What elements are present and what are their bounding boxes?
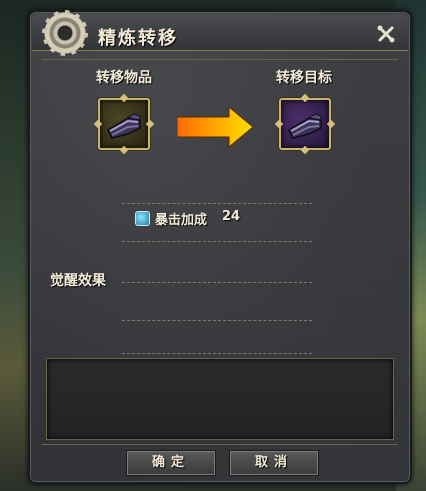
refine-transfer-window: 精炼转移 转移物品 转移目标 暴击加成 24 觉醒效果 确定 取消 (28, 10, 412, 484)
footer-divider (42, 444, 398, 445)
gauntlet-icon (288, 113, 322, 139)
source-item-slot[interactable] (93, 93, 155, 155)
title-bar[interactable]: 精炼转移 (32, 10, 408, 56)
source-item-label: 转移物品 (96, 70, 152, 86)
target-item-label: 转移目标 (276, 70, 332, 86)
gem-icon (135, 211, 150, 226)
awaken-row-divider (122, 353, 312, 354)
stat-row-divider (122, 241, 312, 242)
gauntlet-icon (107, 113, 141, 139)
target-item-slot[interactable] (274, 93, 336, 155)
awaken-effect-label: 觉醒效果 (50, 273, 106, 289)
cancel-button[interactable]: 取消 (229, 450, 319, 476)
awaken-row-divider (122, 320, 312, 321)
arrow-right-icon (177, 107, 254, 147)
background-left (0, 0, 30, 491)
stat-name: 暴击加成 (155, 213, 208, 228)
stat-row-divider (122, 203, 312, 204)
window-title: 精炼转移 (98, 28, 178, 49)
gear-icon (42, 10, 88, 56)
confirm-button[interactable]: 确定 (126, 450, 216, 476)
stat-value: 24 (222, 209, 241, 224)
awaken-row-divider (122, 282, 312, 283)
tools-close-icon[interactable] (376, 24, 396, 44)
description-box (46, 358, 394, 440)
title-divider (42, 59, 398, 60)
